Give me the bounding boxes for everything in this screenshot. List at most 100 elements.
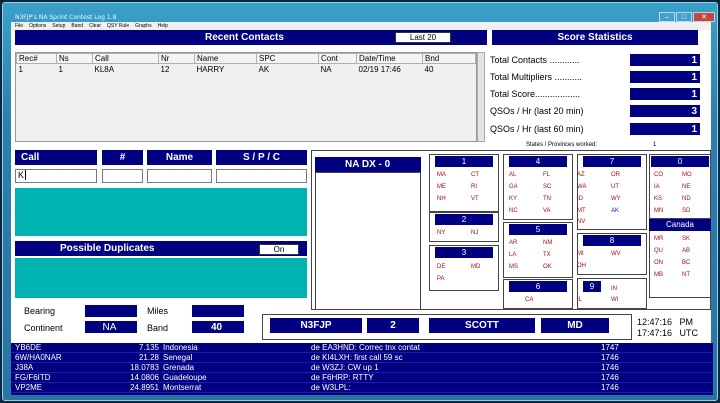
state-nm[interactable]: NM: [543, 240, 552, 246]
state-wi[interactable]: WI: [611, 297, 618, 303]
district-5-label: 5: [509, 224, 567, 235]
minimize-button[interactable]: –: [659, 12, 675, 22]
last-20-button[interactable]: Last 20: [395, 32, 451, 43]
province-mb[interactable]: MB: [654, 272, 663, 278]
state-mn[interactable]: MN: [654, 208, 663, 214]
state-me[interactable]: ME: [437, 184, 446, 190]
state-wv[interactable]: WV: [611, 251, 621, 257]
dx-spot-list[interactable]: YB6DE 7.135 Indonesia de EA3HND: Correc …: [11, 343, 713, 395]
col-ns[interactable]: Ns: [56, 53, 93, 64]
col-cont[interactable]: Cont: [318, 53, 357, 64]
state-ky[interactable]: KY: [509, 196, 517, 202]
name-input[interactable]: [147, 169, 212, 183]
state-nj[interactable]: NJ: [471, 230, 478, 236]
state-mi[interactable]: MI: [577, 251, 584, 257]
comments-area[interactable]: [15, 188, 307, 236]
state-sc[interactable]: SC: [543, 184, 551, 190]
state-ri[interactable]: RI: [471, 184, 477, 190]
state-il[interactable]: IL: [577, 297, 582, 303]
state-nc[interactable]: NC: [509, 208, 518, 214]
list-item[interactable]: VP2ME 24.8951 Montserrat de W3LPL: 1746: [11, 383, 713, 393]
state-ks[interactable]: KS: [654, 196, 662, 202]
menu-band[interactable]: Band: [71, 23, 83, 29]
province-bc[interactable]: BC: [682, 260, 690, 266]
recent-contacts-table[interactable]: Rec# Ns Call Nr Name SPC Cont Date/Time …: [15, 52, 477, 142]
spc-input[interactable]: [216, 169, 307, 183]
state-wa[interactable]: WA: [577, 184, 586, 190]
province-mr[interactable]: MR: [654, 236, 663, 242]
score-value-multipliers: 1: [630, 71, 700, 83]
state-tn[interactable]: TN: [543, 196, 551, 202]
state-pa[interactable]: PA: [437, 276, 445, 282]
continent-value: NA: [85, 321, 137, 333]
my-number: 2: [367, 318, 419, 333]
province-ab[interactable]: AB: [682, 248, 690, 254]
duplicates-toggle-button[interactable]: On: [259, 244, 299, 255]
state-de[interactable]: DE: [437, 264, 445, 270]
state-ak[interactable]: AK: [611, 208, 619, 214]
state-mt[interactable]: MT: [577, 208, 586, 214]
state-nh[interactable]: NH: [437, 196, 446, 202]
state-fl[interactable]: FL: [543, 172, 550, 178]
state-ga[interactable]: GA: [509, 184, 518, 190]
state-az[interactable]: AZ: [577, 172, 585, 178]
state-ma[interactable]: MA: [437, 172, 446, 178]
state-wy[interactable]: WY: [611, 196, 621, 202]
col-bnd[interactable]: Bnd: [422, 53, 476, 64]
list-item[interactable]: YB6DE 7.135 Indonesia de EA3HND: Correc …: [11, 343, 713, 353]
state-nv[interactable]: NV: [577, 219, 585, 225]
state-tx[interactable]: TX: [543, 252, 551, 258]
menu-setup[interactable]: Setup: [52, 23, 65, 29]
col-datetime[interactable]: Date/Time: [356, 53, 423, 64]
province-qu[interactable]: QU: [654, 248, 663, 254]
district-0-label: 0: [651, 156, 709, 167]
na-dx-label: NA DX - 0: [315, 157, 421, 172]
state-la[interactable]: LA: [509, 252, 516, 258]
menu-help[interactable]: Help: [158, 23, 168, 29]
menu-options[interactable]: Options: [29, 23, 46, 29]
state-md[interactable]: MD: [471, 264, 480, 270]
province-nt[interactable]: NT: [682, 272, 690, 278]
province-on[interactable]: ON: [654, 260, 663, 266]
menu-graphs[interactable]: Graphs: [135, 23, 151, 29]
menu-file[interactable]: File: [15, 23, 23, 29]
col-spc[interactable]: SPC: [256, 53, 319, 64]
state-id[interactable]: ID: [577, 196, 583, 202]
table-scrollbar[interactable]: [477, 52, 485, 142]
col-name[interactable]: Name: [194, 53, 257, 64]
state-oh[interactable]: OH: [577, 263, 586, 269]
col-call[interactable]: Call: [92, 53, 159, 64]
state-ok[interactable]: OK: [543, 264, 552, 270]
menu-qsy-rule[interactable]: QSY Rule: [107, 23, 129, 29]
col-nr[interactable]: Nr: [158, 53, 195, 64]
state-ms[interactable]: MS: [509, 264, 518, 270]
province-sk[interactable]: SK: [682, 236, 690, 242]
state-ny[interactable]: NY: [437, 230, 445, 236]
state-ar[interactable]: AR: [509, 240, 517, 246]
state-in[interactable]: IN: [611, 286, 617, 292]
state-or[interactable]: OR: [611, 172, 620, 178]
col-rec[interactable]: Rec#: [16, 53, 57, 64]
state-ut[interactable]: UT: [611, 184, 619, 190]
state-vt[interactable]: VT: [471, 196, 479, 202]
state-mo[interactable]: MO: [682, 172, 692, 178]
call-input[interactable]: K: [15, 169, 97, 183]
maximize-button[interactable]: □: [676, 12, 692, 22]
number-input[interactable]: [102, 169, 143, 183]
state-al[interactable]: AL: [509, 172, 516, 178]
close-button[interactable]: ✕: [693, 12, 715, 22]
state-ia[interactable]: IA: [654, 184, 660, 190]
list-item[interactable]: FG/F6ITD 14.0806 Guadeloupe de F6HRP: RT…: [11, 373, 713, 383]
state-ne[interactable]: NE: [682, 184, 690, 190]
district-1-label: 1: [435, 156, 493, 167]
state-ct[interactable]: CT: [471, 172, 479, 178]
menu-clear[interactable]: Clear: [89, 23, 101, 29]
table-row[interactable]: 1 1 KL8A 12 HARRY AK NA 02/19 17:46 40: [17, 64, 476, 75]
list-item[interactable]: J38A 18.0783 Grenada de W3ZJ: CW up 1 17…: [11, 363, 713, 373]
state-va[interactable]: VA: [543, 208, 551, 214]
state-nd[interactable]: ND: [682, 196, 691, 202]
list-item[interactable]: 6W/HA0NAR 21.28 Senegal de KI4LXH: first…: [11, 353, 713, 363]
state-sd[interactable]: SD: [682, 208, 690, 214]
state-co[interactable]: CO: [654, 172, 663, 178]
state-ca[interactable]: CA: [525, 297, 533, 303]
